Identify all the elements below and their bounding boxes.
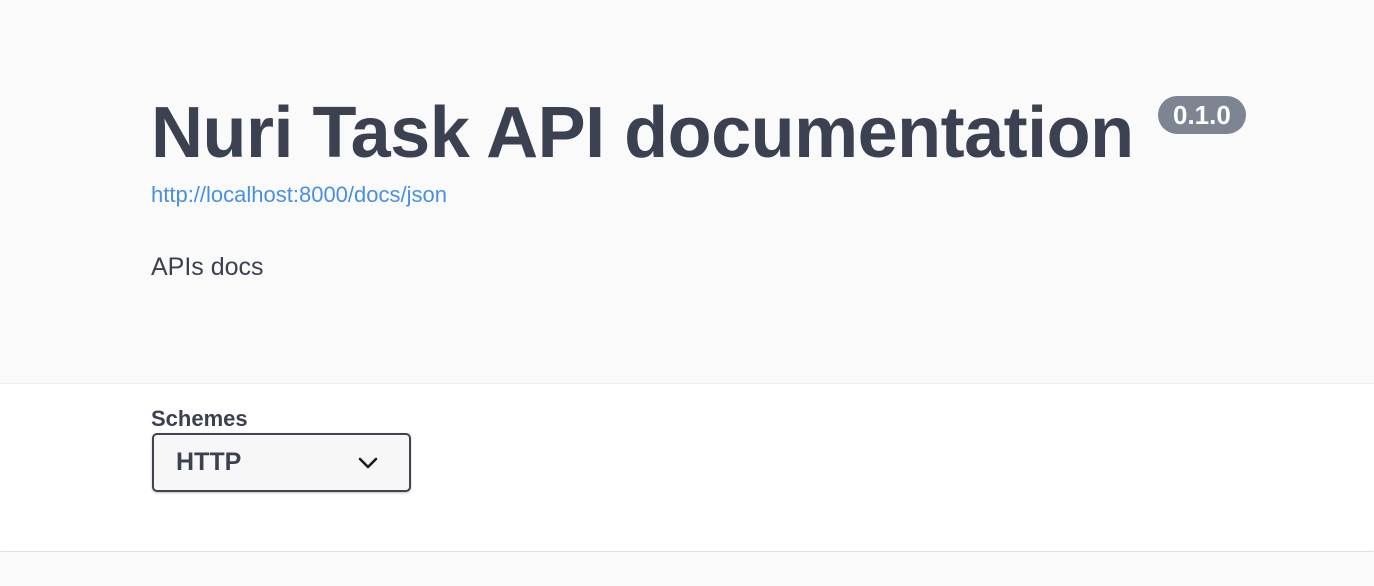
scheme-select[interactable]: HTTP bbox=[152, 433, 411, 492]
chevron-down-icon bbox=[358, 457, 378, 469]
api-description: APIs docs bbox=[151, 253, 264, 281]
page-title: Nuri Task API documentation bbox=[151, 93, 1134, 173]
schemes-section: Schemes HTTP bbox=[0, 383, 1374, 551]
api-info-section: Nuri Task API documentation 0.1.0 http:/… bbox=[0, 0, 1374, 383]
spec-url-link[interactable]: http://localhost:8000/docs/json bbox=[151, 182, 447, 208]
scheme-selected-value: HTTP bbox=[176, 448, 242, 476]
operations-area bbox=[0, 552, 1374, 586]
version-badge: 0.1.0 bbox=[1158, 96, 1246, 134]
title-row: Nuri Task API documentation 0.1.0 bbox=[151, 90, 1246, 180]
schemes-label: Schemes bbox=[151, 406, 248, 431]
